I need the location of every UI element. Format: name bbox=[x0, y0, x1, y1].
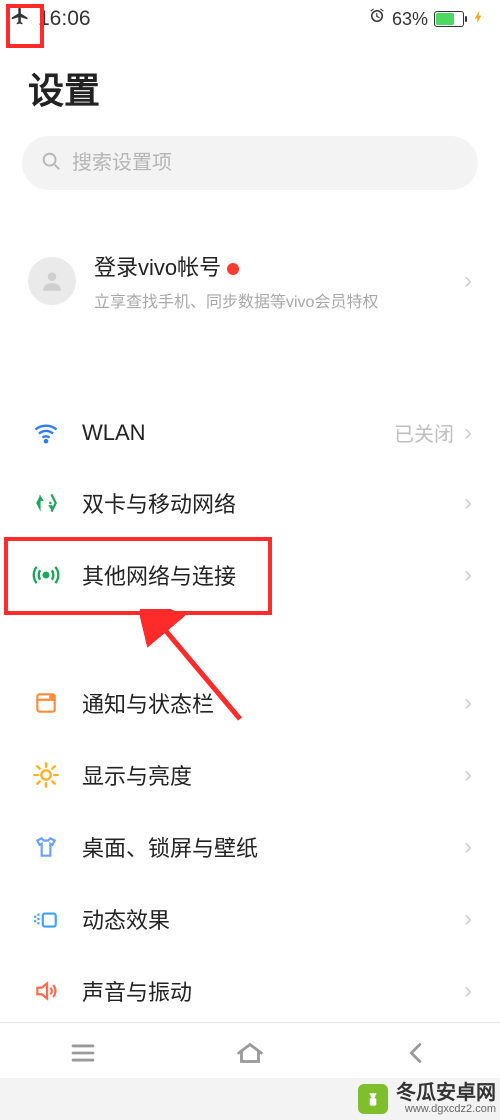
charging-icon bbox=[470, 8, 486, 31]
status-time: 16:06 bbox=[38, 7, 91, 31]
account-title: 登录vivo帐号 bbox=[94, 255, 221, 280]
chevron-right-icon: › bbox=[464, 491, 472, 515]
system-nav-bar bbox=[0, 1022, 500, 1078]
search-icon bbox=[40, 150, 62, 177]
chevron-right-icon: › bbox=[464, 563, 472, 587]
chevron-right-icon: › bbox=[464, 421, 472, 445]
alarm-icon bbox=[368, 7, 386, 31]
nav-recents-button[interactable] bbox=[66, 1036, 100, 1075]
status-bar: 16:06 63% bbox=[0, 4, 500, 34]
search-box[interactable] bbox=[22, 136, 478, 190]
animation-label: 动态效果 bbox=[82, 903, 464, 935]
chevron-right-icon: › bbox=[464, 763, 472, 787]
row-account-login[interactable]: 登录vivo帐号 立享查找手机、同步数据等vivo会员特权 › bbox=[0, 230, 500, 332]
row-sound-vibration[interactable]: 声音与振动 › bbox=[0, 955, 500, 1027]
wifi-icon bbox=[28, 419, 64, 447]
sim-icon bbox=[28, 490, 64, 516]
notification-bar-icon bbox=[28, 690, 64, 716]
row-other-network[interactable]: 其他网络与连接 › bbox=[0, 539, 500, 611]
brightness-icon bbox=[28, 761, 64, 789]
chevron-right-icon: › bbox=[464, 979, 472, 1003]
row-desktop-lock-wallpaper[interactable]: 桌面、锁屏与壁纸 › bbox=[0, 811, 500, 883]
watermark-logo-icon bbox=[358, 1084, 388, 1114]
page-title: 设置 bbox=[0, 34, 500, 136]
notifications-label: 通知与状态栏 bbox=[82, 687, 464, 719]
chevron-right-icon: › bbox=[464, 907, 472, 931]
shirt-icon bbox=[28, 834, 64, 860]
sound-label: 声音与振动 bbox=[82, 975, 464, 1007]
airplane-mode-icon bbox=[10, 6, 30, 32]
row-sim-mobile[interactable]: 双卡与移动网络 › bbox=[0, 467, 500, 539]
battery-icon bbox=[434, 11, 464, 27]
broadcast-icon bbox=[28, 561, 64, 589]
chevron-right-icon: › bbox=[464, 835, 472, 859]
speaker-icon bbox=[28, 978, 64, 1004]
avatar-placeholder-icon bbox=[28, 257, 76, 305]
watermark-text: 冬瓜安卓网 bbox=[396, 1083, 496, 1104]
nav-back-button[interactable] bbox=[400, 1036, 434, 1075]
brightness-label: 显示与亮度 bbox=[82, 759, 464, 791]
row-animation-effects[interactable]: 动态效果 › bbox=[0, 883, 500, 955]
chevron-right-icon: › bbox=[464, 691, 472, 715]
row-display-brightness[interactable]: 显示与亮度 › bbox=[0, 739, 500, 811]
search-input[interactable] bbox=[72, 152, 460, 175]
other-network-label: 其他网络与连接 bbox=[82, 559, 464, 591]
row-wlan[interactable]: WLAN 已关闭 › bbox=[0, 398, 500, 467]
account-subtitle: 立享查找手机、同步数据等vivo会员特权 bbox=[94, 288, 464, 312]
chevron-right-icon: › bbox=[464, 269, 472, 293]
watermark-bar: 冬瓜安卓网 www.dgxcdz2.com bbox=[0, 1078, 500, 1120]
sim-label: 双卡与移动网络 bbox=[82, 487, 464, 519]
watermark-url: www.dgxcdz2.com bbox=[396, 1104, 496, 1116]
notification-dot-icon bbox=[227, 263, 239, 275]
wlan-value: 已关闭 bbox=[394, 418, 454, 447]
desktop-label: 桌面、锁屏与壁纸 bbox=[82, 831, 464, 863]
animation-icon bbox=[28, 906, 64, 932]
row-notifications[interactable]: 通知与状态栏 › bbox=[0, 667, 500, 739]
battery-percent: 63% bbox=[392, 9, 428, 30]
wlan-label: WLAN bbox=[82, 420, 394, 446]
nav-home-button[interactable] bbox=[233, 1036, 267, 1075]
